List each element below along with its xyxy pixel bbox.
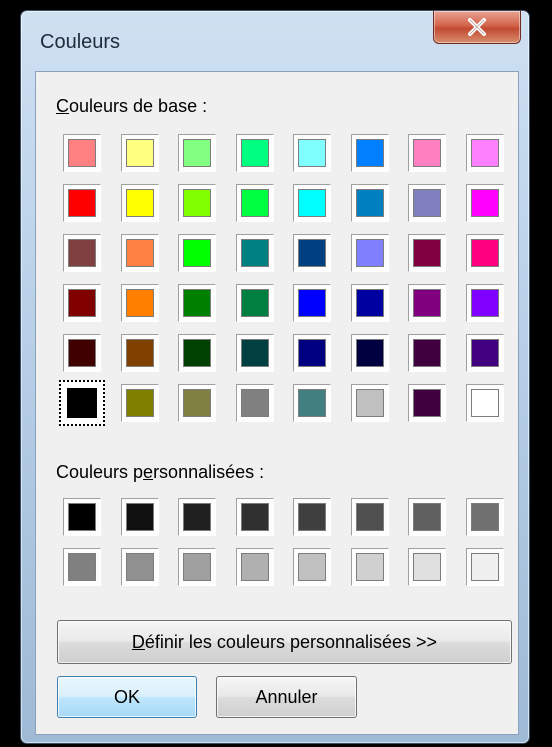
- swatch-color: [68, 553, 96, 581]
- custom-color-swatch[interactable]: [465, 498, 504, 536]
- swatch-color: [355, 553, 384, 581]
- custom-color-swatch[interactable]: [178, 548, 216, 586]
- swatch-color: [298, 503, 326, 531]
- close-button[interactable]: [433, 11, 521, 44]
- dialog-title: Couleurs: [40, 31, 121, 53]
- swatch-color: [183, 503, 211, 531]
- custom-color-swatch[interactable]: [235, 548, 274, 586]
- ok-button[interactable]: OK: [57, 676, 197, 718]
- custom-color-swatch[interactable]: [120, 548, 159, 586]
- custom-color-swatch[interactable]: [465, 548, 504, 586]
- custom-color-swatch[interactable]: [63, 498, 101, 536]
- cancel-button[interactable]: Annuler: [216, 676, 357, 718]
- swatch-color: [355, 503, 384, 531]
- swatch-color: [183, 553, 211, 581]
- swatch-color: [298, 553, 326, 581]
- swatch-color: [125, 503, 154, 531]
- custom-color-swatch[interactable]: [63, 548, 101, 586]
- custom-color-swatch[interactable]: [408, 548, 446, 586]
- swatch-color: [68, 503, 96, 531]
- swatch-color: [240, 553, 269, 581]
- swatch-color: [125, 553, 154, 581]
- custom-color-swatch[interactable]: [408, 498, 446, 536]
- swatch-color: [470, 503, 499, 531]
- swatch-color: [240, 503, 269, 531]
- custom-color-swatch[interactable]: [120, 498, 159, 536]
- custom-color-swatch[interactable]: [293, 548, 331, 586]
- swatch-color: [413, 503, 441, 531]
- custom-color-swatch[interactable]: [178, 498, 216, 536]
- swatch-color: [413, 553, 441, 581]
- custom-color-swatch[interactable]: [350, 548, 389, 586]
- close-x-icon: [468, 18, 486, 36]
- custom-color-swatch[interactable]: [235, 498, 274, 536]
- swatch-color: [470, 553, 499, 581]
- custom-color-swatch[interactable]: [350, 498, 389, 536]
- color-dialog-window: Couleurs Couleurs de base : Couleurs per…: [20, 10, 530, 744]
- dialog-client-area: Couleurs de base : Couleurs personnalisé…: [35, 71, 519, 735]
- custom-color-swatch[interactable]: [293, 498, 331, 536]
- define-custom-colors-button[interactable]: Définir les couleurs personnalisées >>: [57, 620, 512, 664]
